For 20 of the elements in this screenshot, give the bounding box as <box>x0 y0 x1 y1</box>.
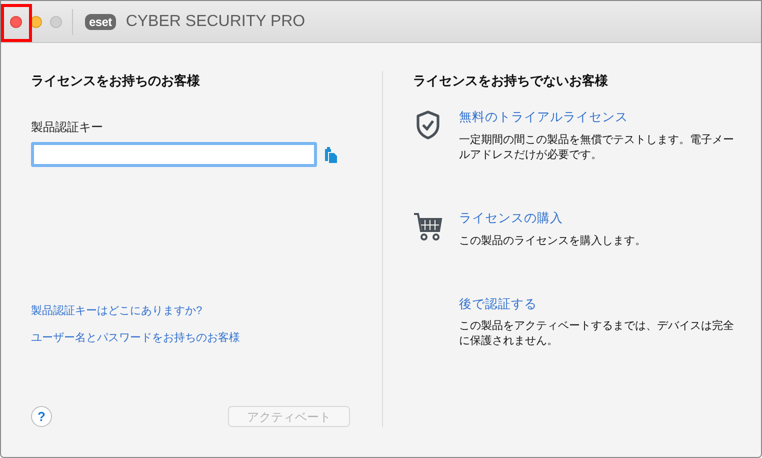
help-link[interactable]: ユーザー名とパスワードをお持ちのお客様 <box>31 330 240 346</box>
logo: eset <box>85 14 116 30</box>
window-title: CYBER SECURITY PRO <box>126 12 306 32</box>
option-description: この製品のライセンスを購入します。 <box>459 234 647 248</box>
highlight-frame <box>1 4 32 42</box>
shield-check-icon <box>415 110 441 140</box>
help-button[interactable]: ? <box>31 406 52 427</box>
option-description: 一定期間の間この製品を無償でテストします。電子メールアドレスだけが必要です。 <box>459 132 735 163</box>
shopping-cart-icon <box>413 210 443 241</box>
option-link[interactable]: 後で認証する <box>459 294 537 314</box>
help-link[interactable]: 製品認証キーはどこにありますか? <box>31 303 202 320</box>
field-label: 製品認証キー <box>31 119 104 136</box>
option-link[interactable]: 無料のトライアルライセンス <box>459 108 628 127</box>
section-heading: ライセンスをお持ちのお客様 <box>31 72 201 90</box>
section-heading: ライセンスをお持ちでないお客様 <box>413 72 609 90</box>
option-description: この製品をアクティベートするまでは、デバイスは完全に保護されません。 <box>459 319 735 350</box>
paste-icon[interactable] <box>324 146 338 162</box>
close-window-button[interactable] <box>10 16 22 28</box>
product-key-field[interactable] <box>31 142 317 167</box>
option-link[interactable]: ライセンスの購入 <box>459 208 563 228</box>
